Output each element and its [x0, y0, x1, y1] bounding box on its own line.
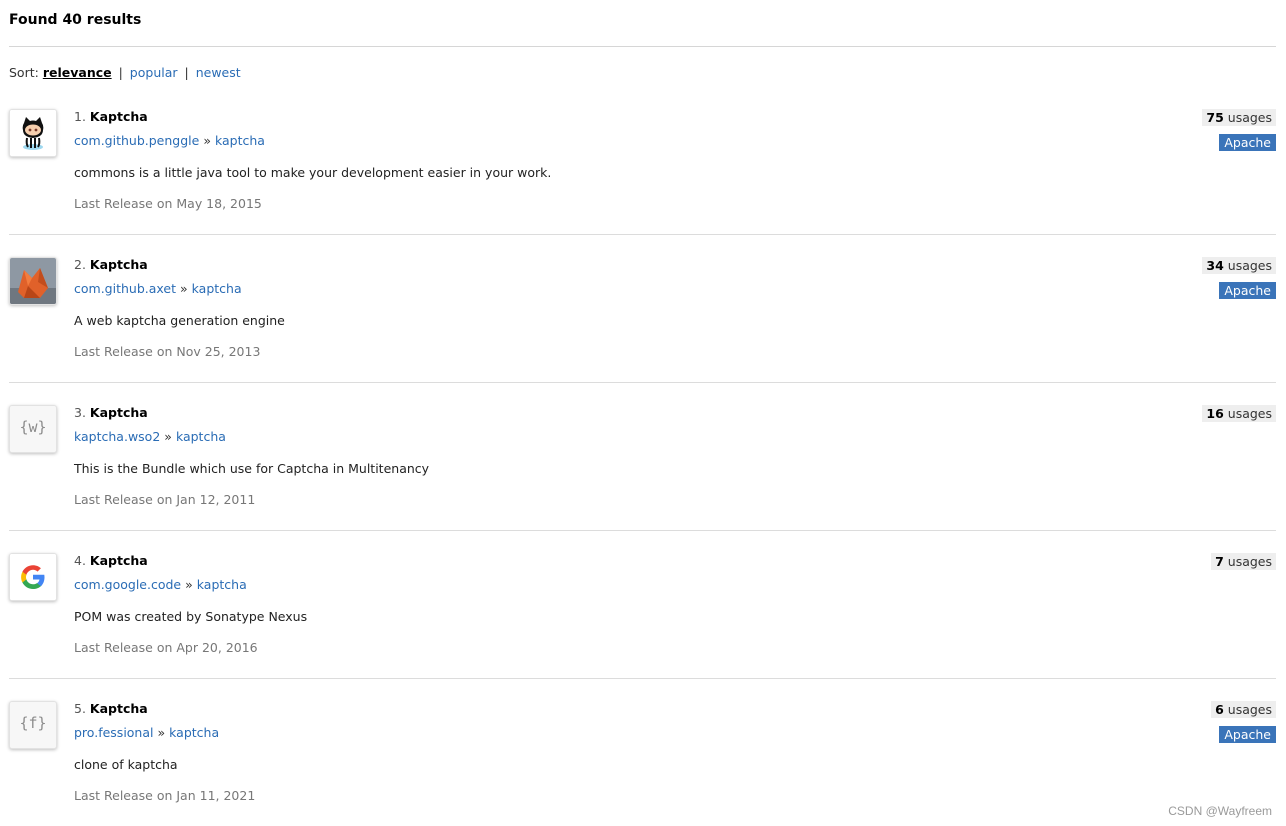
usages-label: usages [1227, 554, 1272, 569]
artifact-id-link[interactable]: kaptcha [192, 281, 242, 296]
usages-badge[interactable]: 34 usages [1202, 257, 1276, 274]
coordinate-separator: » [180, 281, 188, 296]
result-number: 4. [74, 553, 86, 568]
result-number: 2. [74, 257, 86, 272]
orange-fox-avatar-icon[interactable] [9, 257, 57, 305]
result-name-link[interactable]: Kaptcha [90, 701, 148, 716]
logo-text: {f} [19, 714, 47, 732]
result-last-release: Last Release on May 18, 2015 [74, 196, 262, 211]
result-item: 4. Kaptcha com.google.code » kaptcha POM w… [9, 531, 1276, 679]
result-title: 1. Kaptcha [74, 109, 148, 124]
sort-option-relevance[interactable]: relevance [43, 65, 112, 80]
group-id-link[interactable]: com.github.penggle [74, 133, 199, 148]
usages-count: 7 [1215, 554, 1224, 569]
usages-label: usages [1227, 110, 1272, 125]
watermark-text: CSDN @Wayfreem [1168, 804, 1272, 818]
usages-count: 16 [1206, 406, 1224, 421]
usages-badge[interactable]: 7 usages [1211, 553, 1276, 570]
sort-option-popular[interactable]: popular [130, 65, 178, 80]
result-description: clone of kaptcha [74, 757, 178, 772]
sort-bar: Sort: relevance | popular | newest [9, 65, 241, 80]
coordinate-separator: » [164, 429, 172, 444]
sort-separator: | [118, 65, 123, 80]
result-description: This is the Bundle which use for Captcha… [74, 461, 430, 476]
group-id-link[interactable]: pro.fessional [74, 725, 154, 740]
usages-label: usages [1227, 702, 1272, 717]
result-number: 3. [74, 405, 86, 420]
license-badge[interactable]: Apache [1219, 726, 1276, 743]
result-coordinates: com.github.axet » kaptcha [74, 281, 242, 296]
result-item: {f} 5. Kaptcha pro.fessional» kaptcha clo… [9, 679, 1276, 819]
sort-separator: | [184, 65, 189, 80]
artifact-id-link[interactable]: kaptcha [215, 133, 265, 148]
results-count-heading: Found 40 results [9, 12, 142, 28]
license-badge[interactable]: Apache [1219, 134, 1276, 151]
result-coordinates: com.google.code » kaptcha [74, 577, 247, 592]
result-last-release: Last Release on Apr 20, 2016 [74, 640, 258, 655]
github-octocat-icon[interactable] [9, 109, 57, 157]
result-name-link[interactable]: Kaptcha [90, 405, 148, 420]
usages-badge[interactable]: 6 usages [1211, 701, 1276, 718]
result-coordinates: pro.fessional» kaptcha [74, 725, 219, 740]
w-brace-icon[interactable]: {w} [9, 405, 57, 453]
result-description: POM was created by Sonatype Nexus [74, 609, 308, 624]
result-coordinates: com.github.penggle » kaptcha [74, 133, 265, 148]
usages-count: 6 [1215, 702, 1224, 717]
usages-badge[interactable]: 75 usages [1202, 109, 1276, 126]
artifact-id-link[interactable]: kaptcha [176, 429, 226, 444]
result-item: {w} 3. Kaptcha kaptcha.wso2 » kaptcha This… [9, 383, 1276, 531]
result-name-link[interactable]: Kaptcha [90, 109, 148, 124]
result-item: 1. Kaptcha com.github.penggle » kaptcha co… [9, 87, 1276, 235]
result-name-link[interactable]: Kaptcha [90, 553, 148, 568]
search-results-page: Found 40 results Sort: relevance | popul… [0, 0, 1286, 826]
usages-label: usages [1227, 258, 1272, 273]
result-title: 2. Kaptcha [74, 257, 148, 272]
result-name-link[interactable]: Kaptcha [90, 257, 148, 272]
result-last-release: Last Release on Jan 12, 2011 [74, 492, 256, 507]
usages-badge[interactable]: 16 usages [1202, 405, 1276, 422]
result-item: 2. Kaptcha com.github.axet » kaptcha A web… [9, 235, 1276, 383]
coordinate-separator: » [203, 133, 211, 148]
group-id-link[interactable]: kaptcha.wso2 [74, 429, 160, 444]
artifact-id-link[interactable]: kaptcha [197, 577, 247, 592]
coordinate-separator: » [157, 725, 166, 740]
sort-label: Sort: [9, 65, 39, 80]
result-title: 3. Kaptcha [74, 405, 148, 420]
result-title: 5. Kaptcha [74, 701, 148, 716]
header-divider [9, 46, 1276, 47]
result-description: A web kaptcha generation engine [74, 313, 285, 328]
result-last-release: Last Release on Jan 11, 2021 [74, 788, 256, 803]
logo-text: {w} [19, 418, 47, 436]
sort-option-newest[interactable]: newest [196, 65, 241, 80]
result-number: 1. [74, 109, 86, 124]
coordinate-separator: » [185, 577, 193, 592]
group-id-link[interactable]: com.github.axet [74, 281, 176, 296]
artifact-id-link[interactable]: kaptcha [169, 725, 219, 740]
usages-count: 34 [1206, 258, 1224, 273]
usages-label: usages [1227, 406, 1272, 421]
result-last-release: Last Release on Nov 25, 2013 [74, 344, 261, 359]
result-number: 5. [74, 701, 86, 716]
group-id-link[interactable]: com.google.code [74, 577, 181, 592]
license-badge[interactable]: Apache [1219, 282, 1276, 299]
usages-count: 75 [1206, 110, 1224, 125]
result-title: 4. Kaptcha [74, 553, 148, 568]
result-description: commons is a little java tool to make yo… [74, 165, 552, 180]
f-brace-icon[interactable]: {f} [9, 701, 57, 749]
google-g-icon[interactable] [9, 553, 57, 601]
result-coordinates: kaptcha.wso2 » kaptcha [74, 429, 226, 444]
